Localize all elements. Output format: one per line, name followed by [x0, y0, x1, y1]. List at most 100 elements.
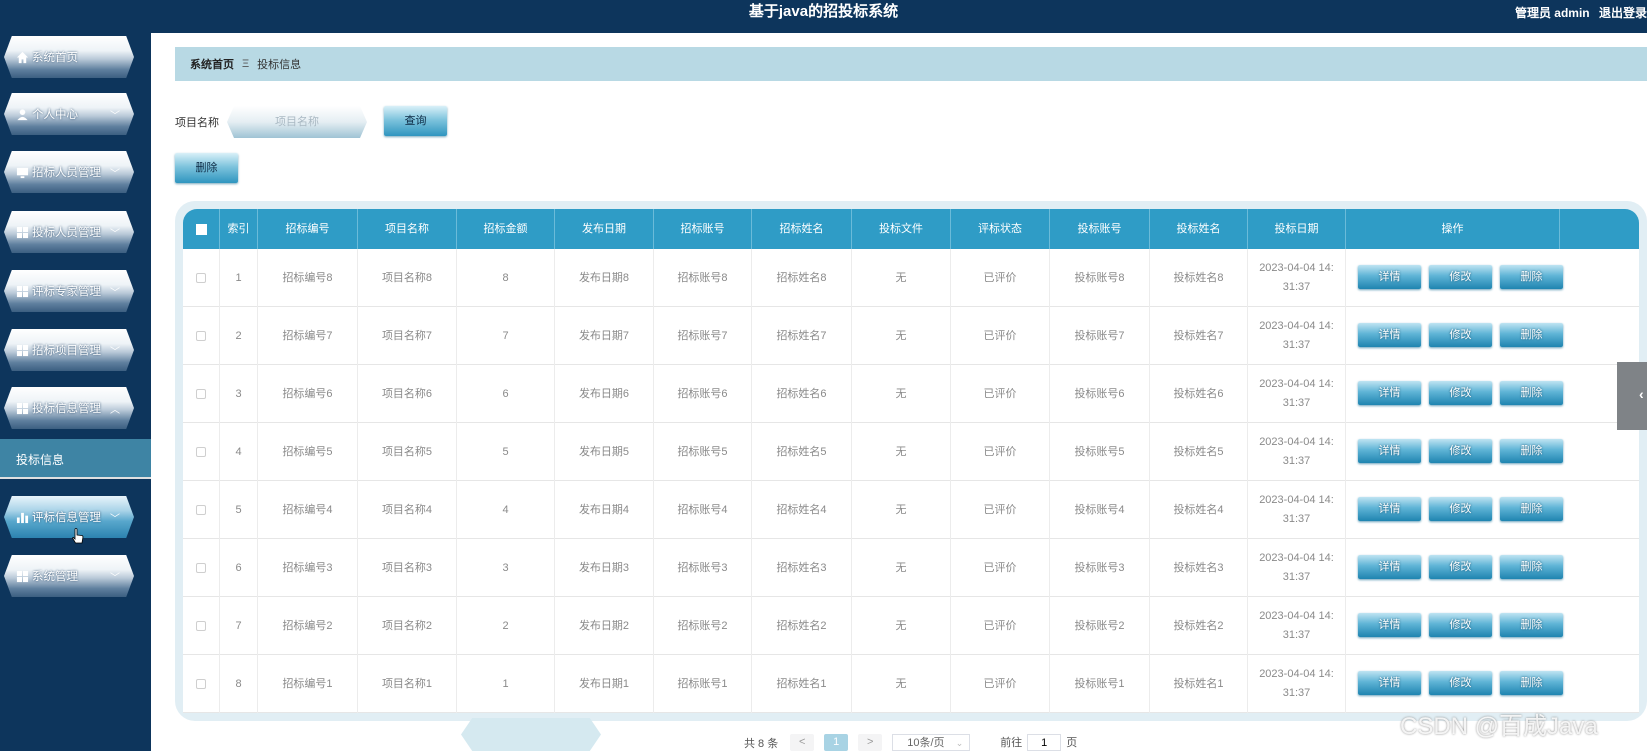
sidebar-item-content: 系统管理 — [16, 555, 78, 597]
sidebar-item-content: 评标信息管理 — [16, 496, 101, 538]
page-number-current[interactable]: 1 — [824, 734, 849, 751]
row-checkbox[interactable] — [196, 273, 206, 284]
cell-tender-account: 投标账号6 — [1050, 365, 1150, 423]
cell-amount: 3 — [457, 539, 555, 597]
row-checkbox[interactable] — [196, 505, 206, 516]
query-button[interactable]: 查询 — [384, 106, 447, 136]
select-all-checkbox[interactable] — [195, 223, 207, 235]
detail-button[interactable]: 详情 — [1358, 265, 1421, 289]
cell-actions: 详情 修改 删除 — [1346, 597, 1563, 655]
goto-suffix: 页 — [1066, 736, 1078, 749]
edit-button[interactable]: 修改 — [1429, 613, 1492, 637]
cell-amount: 4 — [457, 481, 555, 539]
delete-button[interactable]: 删除 — [1500, 555, 1563, 579]
column-header: 投标账号 — [1050, 209, 1150, 249]
cell-tender-account: 投标账号3 — [1050, 539, 1150, 597]
detail-button[interactable]: 详情 — [1358, 555, 1421, 579]
cell-index: 7 — [220, 597, 258, 655]
row-checkbox-cell — [183, 481, 220, 539]
column-header: 项目名称 — [358, 209, 457, 249]
cell-project: 项目名称8 — [358, 249, 457, 307]
page-size-select[interactable]: 10条/页 ⌄ — [892, 734, 971, 751]
sidebar-subitem-tender-info[interactable]: 投标信息 — [0, 439, 151, 479]
delete-button[interactable]: 删除 — [1500, 381, 1563, 405]
tender-date-line2: 31:37 — [1282, 455, 1311, 467]
next-page-button[interactable]: > — [858, 734, 883, 751]
sidebar-item-3[interactable]: 招标人员管理 ﹀ — [4, 151, 134, 193]
logout-link[interactable]: 退出登录 — [1599, 6, 1647, 20]
sidebar-item-8[interactable]: 评标信息管理 ﹀ — [4, 496, 134, 538]
table-row: 3 招标编号6 项目名称6 6 发布日期6 招标账号6 招标姓名6 无已评价 投标账号6 投标姓名… — [183, 365, 1639, 423]
sidebar-item-9[interactable]: 系统管理 ﹀ — [4, 555, 134, 597]
sidebar-item-content: 投标信息管理 — [16, 387, 101, 429]
column-header: 招标账号 — [654, 209, 752, 249]
sidebar-item-content: 投标人员管理 — [16, 211, 101, 253]
goto-page-input[interactable] — [1027, 734, 1062, 751]
cell-status: 已评价 — [951, 539, 1050, 597]
cell-file: 无 — [852, 365, 951, 423]
edit-button[interactable]: 修改 — [1429, 323, 1492, 347]
cell-bid-account: 招标账号3 — [654, 539, 752, 597]
detail-button[interactable]: 详情 — [1358, 381, 1421, 405]
tender-date-line1: 2023-04-04 14: — [1259, 262, 1334, 274]
tender-date-line1: 2023-04-04 14: — [1259, 436, 1334, 448]
edit-button[interactable]: 修改 — [1429, 555, 1492, 579]
sidebar-item-2[interactable]: 个人中心 ﹀ — [4, 93, 134, 135]
cell-tender-name: 投标姓名7 — [1150, 307, 1248, 365]
tender-date-line2: 31:37 — [1282, 397, 1311, 409]
edit-button[interactable]: 修改 — [1429, 265, 1492, 289]
row-checkbox[interactable] — [196, 331, 206, 342]
row-checkbox[interactable] — [196, 621, 206, 632]
cell-tender-name: 投标姓名1 — [1150, 655, 1248, 713]
cell-actions: 详情 修改 删除 — [1346, 249, 1563, 307]
grid-icon — [16, 344, 29, 357]
detail-button[interactable]: 详情 — [1358, 671, 1421, 695]
select-all-checkbox-cell — [183, 209, 220, 249]
cell-tender-account: 投标账号5 — [1050, 423, 1150, 481]
cell-project: 项目名称7 — [358, 307, 457, 365]
tender-date-line2: 31:37 — [1282, 687, 1311, 699]
delete-button[interactable]: 删除 — [1500, 439, 1563, 463]
table-row: 5 招标编号4 项目名称4 4 发布日期4 招标账号4 招标姓名4 无已评价 投标账号4 投标姓名… — [183, 481, 1639, 539]
cell-tender-name: 投标姓名8 — [1150, 249, 1248, 307]
detail-button[interactable]: 详情 — [1358, 439, 1421, 463]
edit-button[interactable]: 修改 — [1429, 497, 1492, 521]
cell-project: 项目名称6 — [358, 365, 457, 423]
cell-actions: 详情 修改 删除 — [1346, 655, 1563, 713]
edit-button[interactable]: 修改 — [1429, 381, 1492, 405]
row-checkbox[interactable] — [196, 563, 206, 574]
edit-button[interactable]: 修改 — [1429, 439, 1492, 463]
table-header: 索引 招标编号 项目名称 招标金额 发布日期 招标账号 招标姓名 投标文件 评标状态 投标账号 投标… — [183, 209, 1639, 249]
cell-status: 已评价 — [951, 655, 1050, 713]
row-checkbox[interactable] — [196, 389, 206, 400]
project-name-search-input[interactable] — [227, 106, 367, 138]
prev-page-button[interactable]: < — [790, 734, 815, 751]
grid-icon — [16, 402, 29, 415]
sidebar-item-1[interactable]: 系统首页 — [4, 36, 134, 78]
chevron-left-icon: ‹ — [1639, 386, 1644, 402]
row-checkbox[interactable] — [196, 679, 206, 690]
delete-button[interactable]: 删除 — [1500, 323, 1563, 347]
edit-button[interactable]: 修改 — [1429, 671, 1492, 695]
grid-icon — [16, 570, 29, 583]
detail-button[interactable]: 详情 — [1358, 497, 1421, 521]
sidebar-item-label: 系统首页 — [32, 52, 78, 64]
batch-delete-button[interactable]: 删除 — [175, 153, 238, 183]
column-header: 索引 — [220, 209, 258, 249]
cell-project: 项目名称1 — [358, 655, 457, 713]
cell-index: 8 — [220, 655, 258, 713]
sidebar-item-4[interactable]: 投标人员管理 ﹀ — [4, 211, 134, 253]
delete-button[interactable]: 删除 — [1500, 613, 1563, 637]
breadcrumb-home[interactable]: 系统首页 — [190, 56, 234, 72]
sidebar-item-6[interactable]: 招标项目管理 ﹀ — [4, 329, 134, 371]
row-checkbox[interactable] — [196, 447, 206, 458]
sidebar-item-5[interactable]: 评标专家管理 ﹀ — [4, 270, 134, 312]
delete-button[interactable]: 删除 — [1500, 671, 1563, 695]
side-panel-toggle[interactable]: ‹ — [1617, 362, 1647, 430]
delete-button[interactable]: 删除 — [1500, 265, 1563, 289]
cell-bid-name: 招标姓名6 — [752, 365, 852, 423]
delete-button[interactable]: 删除 — [1500, 497, 1563, 521]
detail-button[interactable]: 详情 — [1358, 613, 1421, 637]
sidebar-item-7[interactable]: 投标信息管理 ︿ — [4, 387, 134, 429]
detail-button[interactable]: 详情 — [1358, 323, 1421, 347]
